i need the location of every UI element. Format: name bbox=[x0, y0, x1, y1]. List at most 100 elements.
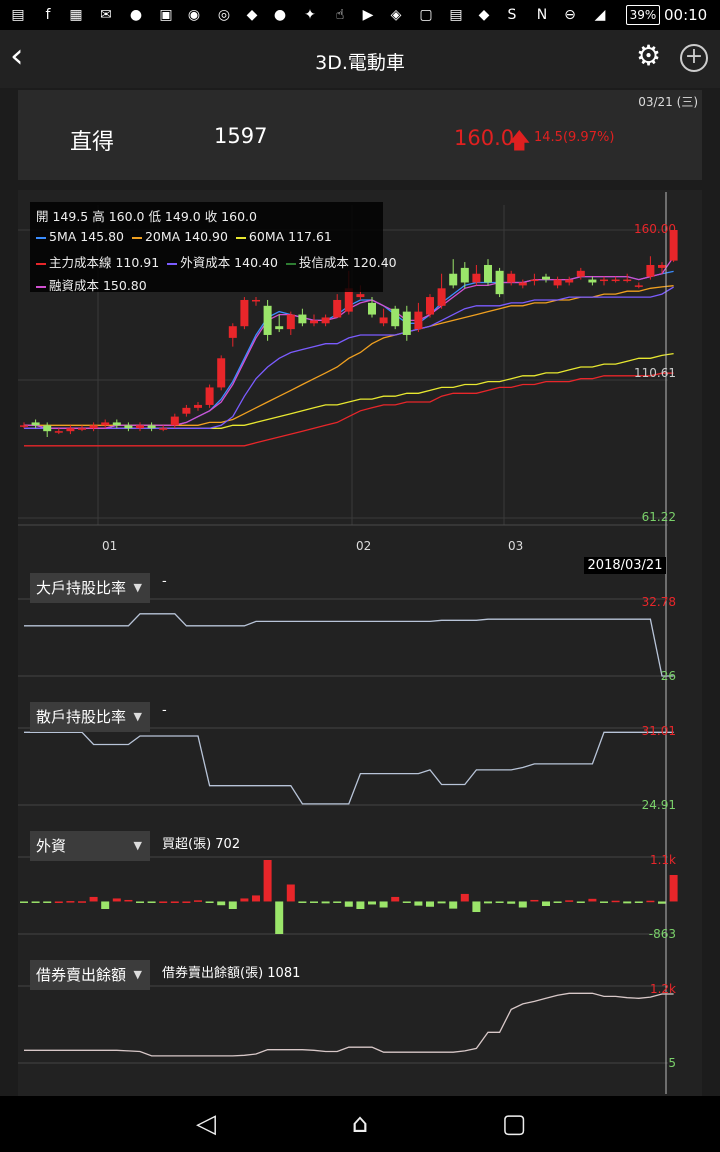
foreign-bar bbox=[379, 901, 388, 908]
foreign-bar bbox=[542, 901, 550, 906]
indicator-select-foreign[interactable]: 外資 ▼ bbox=[30, 831, 150, 861]
ma60-label: 60MA 117.61 bbox=[248, 229, 332, 244]
foreign-bar bbox=[588, 898, 597, 902]
ma60-swatch bbox=[235, 236, 246, 239]
indicator-axis-top: 1.2k bbox=[649, 982, 676, 996]
ma20-label: 20MA 140.90 bbox=[144, 229, 228, 244]
foreign-bar bbox=[402, 901, 411, 903]
indicator-value: - bbox=[162, 574, 167, 589]
foreign-bar bbox=[205, 901, 214, 903]
indicator-select-retail-holders[interactable]: 散戶持股比率 ▼ bbox=[30, 702, 150, 732]
foreign-bar bbox=[252, 895, 260, 902]
foreign-bar bbox=[623, 901, 632, 904]
candle bbox=[437, 288, 446, 306]
candle bbox=[518, 282, 527, 286]
candle bbox=[379, 317, 388, 324]
candle bbox=[275, 326, 284, 330]
foreign-bar bbox=[484, 901, 492, 904]
candle bbox=[333, 299, 342, 318]
indicator-line bbox=[24, 992, 674, 1057]
caret-down-icon: ▼ bbox=[133, 839, 142, 852]
navigation-bar: ◁ ⌂ ▢ bbox=[0, 1096, 720, 1152]
candle bbox=[565, 279, 574, 283]
price-axis-high: 160.00 bbox=[634, 222, 676, 236]
ohlc-label: 開 149.5 高 160.0 低 149.0 收 160.0 bbox=[36, 209, 257, 224]
candle bbox=[588, 279, 597, 283]
foreign-bar bbox=[658, 901, 666, 904]
foreign-bar bbox=[669, 875, 678, 902]
month-label: 03 bbox=[508, 539, 524, 553]
foreign-bar bbox=[147, 901, 156, 903]
candle bbox=[623, 279, 632, 282]
indicator-axis-top: 31.01 bbox=[641, 724, 676, 738]
foreign-bar bbox=[530, 899, 539, 902]
foreign-bar bbox=[54, 901, 63, 903]
indicator-select-label: 外資 bbox=[36, 837, 67, 855]
foreign-cost-swatch bbox=[167, 262, 178, 265]
cursor-date: 2018/03/21 bbox=[584, 557, 666, 574]
candle bbox=[542, 276, 550, 280]
candle bbox=[194, 404, 202, 408]
foreign-bar bbox=[437, 901, 446, 904]
foreign-bar bbox=[507, 901, 516, 904]
indicator-axis-bottom: 26 bbox=[660, 669, 676, 683]
back-triangle-icon[interactable]: ◁ bbox=[190, 1108, 222, 1140]
foreign-bar bbox=[344, 901, 353, 907]
candle bbox=[217, 358, 226, 388]
foreign-bar bbox=[194, 900, 202, 902]
candle bbox=[658, 264, 666, 268]
candle bbox=[356, 294, 365, 298]
foreign-bar bbox=[298, 901, 307, 903]
indicator-select-short-selling[interactable]: 借券賣出餘額 ▼ bbox=[30, 960, 150, 990]
trust-cost-swatch bbox=[285, 262, 296, 265]
foreign-bar bbox=[495, 901, 504, 903]
foreign-bar bbox=[31, 901, 40, 903]
foreign-bar bbox=[263, 860, 272, 902]
candle bbox=[66, 428, 75, 432]
indicator-select-label: 借券賣出餘額 bbox=[36, 966, 127, 984]
main-cost-label: 主力成本線 110.91 bbox=[49, 255, 160, 270]
candle bbox=[460, 267, 469, 283]
indicator-select-label: 大戶持股比率 bbox=[36, 579, 127, 597]
foreign-bar bbox=[356, 901, 365, 910]
candle bbox=[391, 308, 400, 327]
foreign-bar bbox=[124, 899, 133, 902]
candle bbox=[136, 425, 144, 429]
candle bbox=[147, 425, 156, 429]
foreign-bar bbox=[217, 901, 226, 906]
ma5-label: 5MA 145.80 bbox=[49, 229, 124, 244]
foreign-bar bbox=[576, 901, 585, 903]
candle bbox=[170, 416, 179, 426]
indicator-value: - bbox=[162, 703, 167, 718]
candle bbox=[20, 425, 28, 427]
foreign-bar bbox=[426, 901, 434, 907]
candle bbox=[530, 279, 539, 282]
foreign-bar bbox=[391, 896, 400, 902]
candle bbox=[646, 264, 655, 277]
home-icon[interactable]: ⌂ bbox=[344, 1108, 376, 1140]
candle bbox=[54, 431, 63, 433]
candle bbox=[252, 299, 260, 302]
foreign-bar bbox=[449, 901, 458, 909]
ma5-swatch bbox=[36, 236, 46, 239]
indicator-axis-bottom: -863 bbox=[648, 927, 676, 941]
candle bbox=[286, 314, 295, 330]
series-line-主力成本線 bbox=[24, 372, 674, 447]
indicator-axis-top: 1.1k bbox=[649, 853, 676, 867]
candle bbox=[321, 317, 330, 324]
foreign-bar bbox=[136, 901, 144, 903]
indicator-select-major-holders[interactable]: 大戶持股比率 ▼ bbox=[30, 573, 150, 603]
candle bbox=[89, 425, 98, 429]
indicator-value: 借券賣出餘額(張) 1081 bbox=[162, 966, 301, 981]
candle bbox=[159, 428, 168, 430]
foreign-bar bbox=[333, 901, 342, 903]
indicator-axis-bottom: 5 bbox=[668, 1056, 676, 1070]
candle bbox=[495, 270, 504, 295]
candle bbox=[600, 279, 608, 282]
candle bbox=[43, 425, 52, 432]
foreign-bar bbox=[275, 901, 284, 934]
foreign-bar bbox=[240, 898, 249, 902]
recents-icon[interactable]: ▢ bbox=[498, 1108, 530, 1140]
candle bbox=[310, 320, 318, 324]
cost-legend-row: 主力成本線 110.91 外資成本 140.40 投信成本 120.40 bbox=[36, 252, 397, 271]
